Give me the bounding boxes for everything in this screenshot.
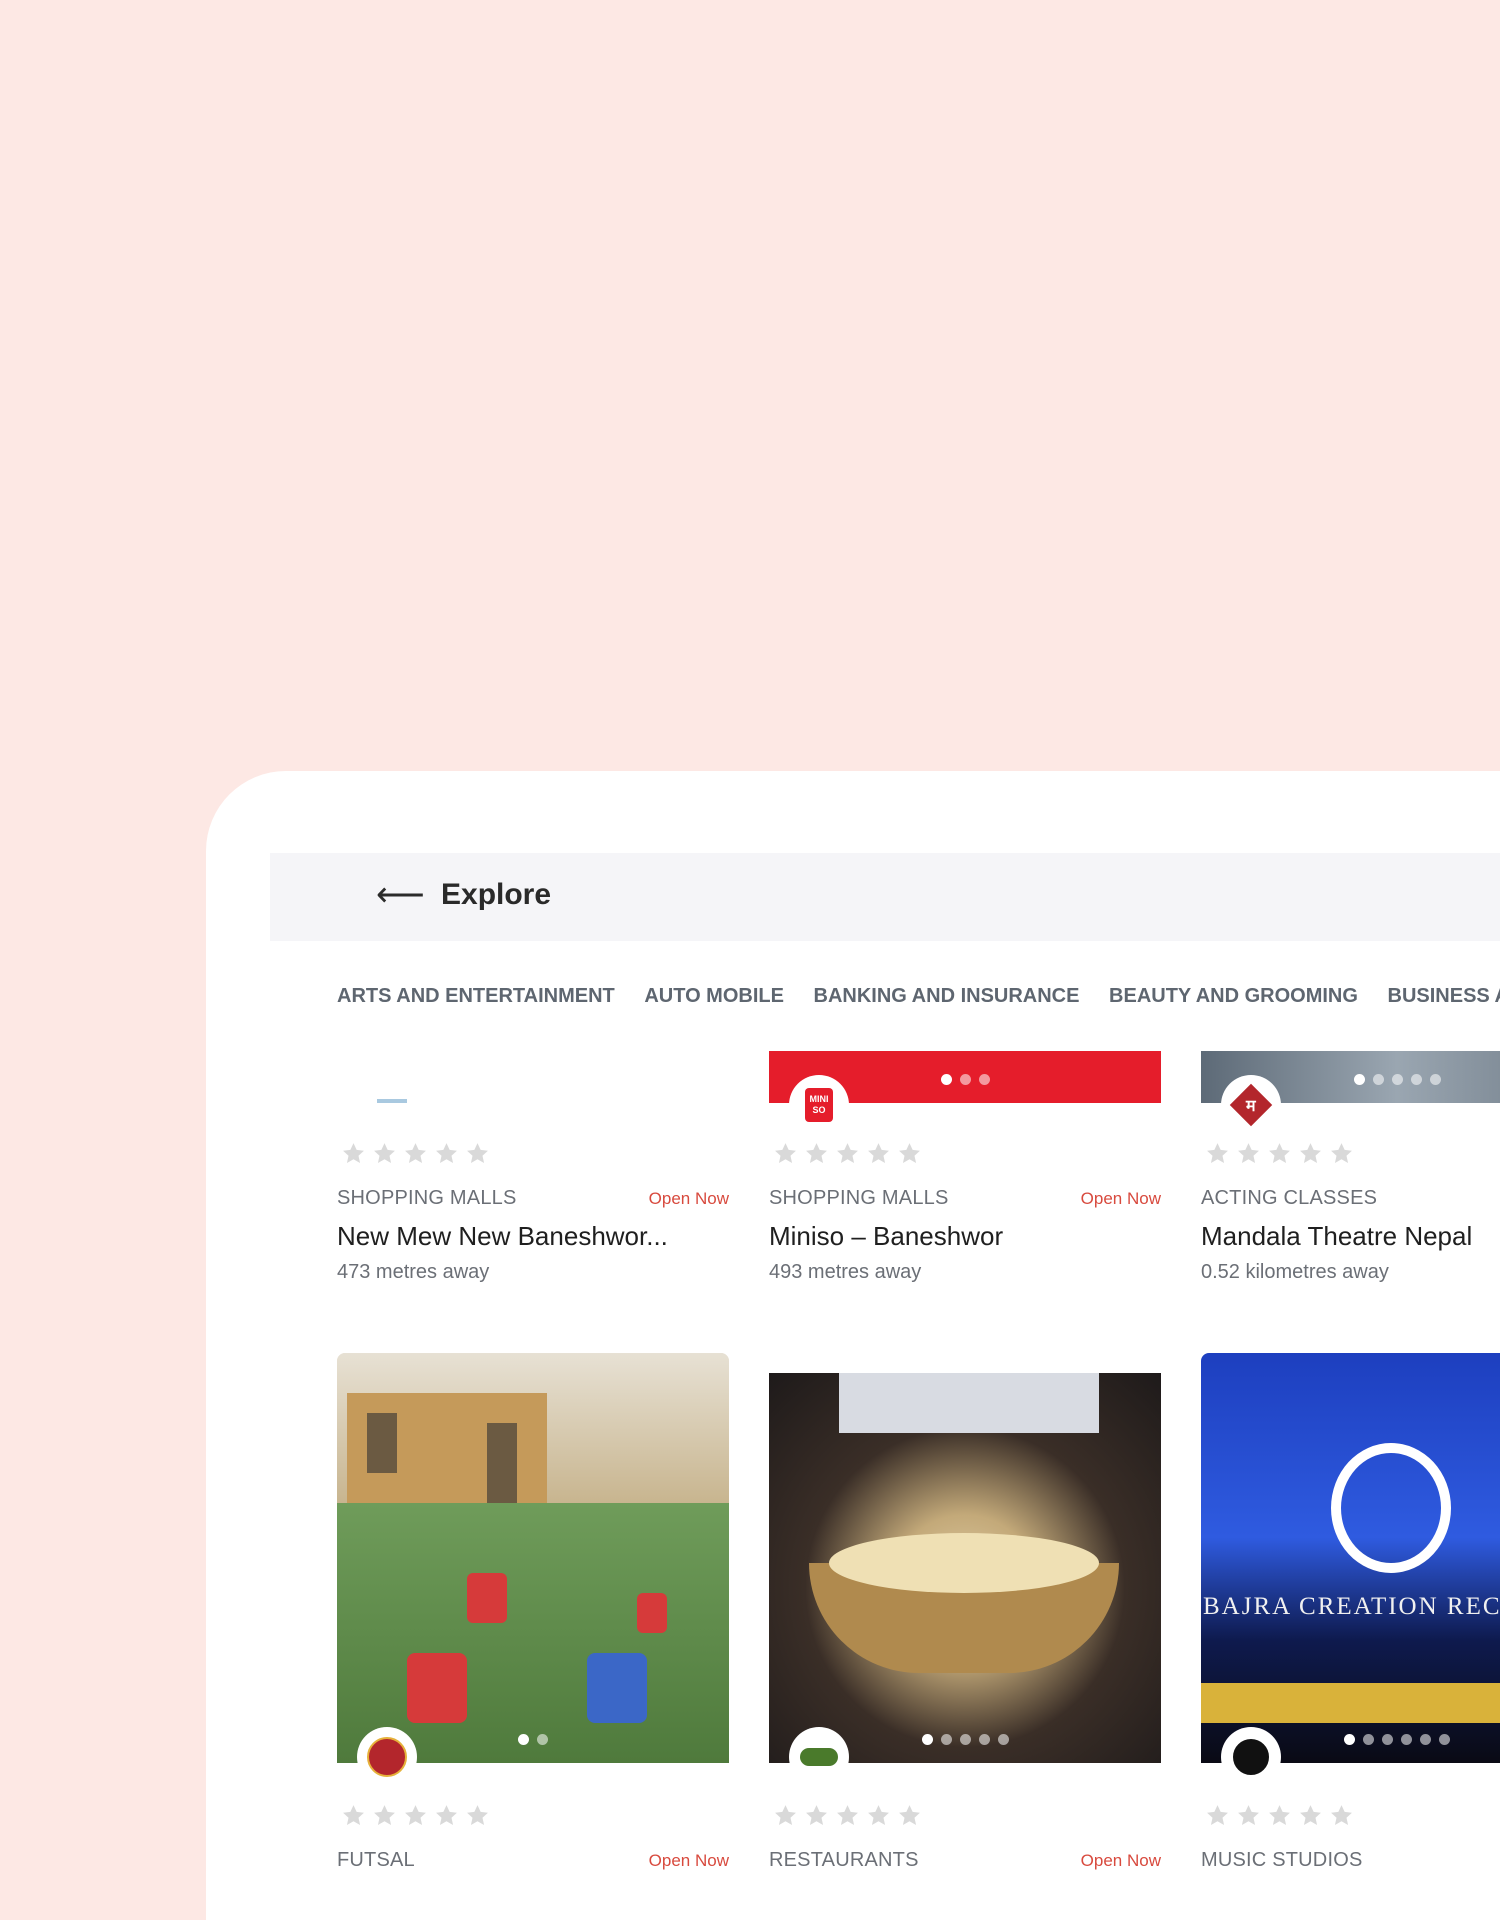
carousel-dot[interactable] [1372, 1074, 1384, 1085]
card-distance: 493 metres away [769, 1261, 922, 1283]
carousel-dot[interactable] [959, 1074, 971, 1085]
card-category: FUTSAL [337, 1849, 415, 1871]
tab-business-and-finance[interactable]: BUSINESS AND FI [1388, 985, 1500, 1008]
card-distance: 473 metres away [337, 1261, 490, 1283]
star-icon [374, 1805, 395, 1825]
star-icon [899, 1805, 920, 1825]
star-icon [837, 1805, 858, 1825]
star-rating [1205, 1141, 1354, 1166]
business-logo [1227, 1733, 1275, 1781]
carousel-dot[interactable] [1420, 1734, 1431, 1745]
business-logo [363, 1733, 411, 1781]
card-title: New Mew New Baneshwor... [337, 1221, 668, 1251]
star-icon [405, 1143, 426, 1163]
card-title: Mandala Theatre Nepal [1201, 1221, 1473, 1251]
tab-beauty-and-grooming[interactable]: BEAUTY AND GROOMING [1109, 985, 1358, 1008]
star-icon [806, 1805, 827, 1825]
card-category: SHOPPING MALLS [337, 1187, 517, 1209]
star-icon [1269, 1143, 1290, 1163]
star-rating [341, 1803, 490, 1828]
star-icon [1300, 1143, 1321, 1163]
card-image [337, 1051, 729, 1111]
studio-banner-text: BAJRA CREATION REC [1203, 1593, 1500, 1620]
card-category: SHOPPING MALLS [769, 1187, 949, 1209]
star-rating [1205, 1803, 1354, 1828]
star-rating [773, 1803, 922, 1828]
carousel-dot[interactable] [1363, 1734, 1374, 1745]
business-logo: MINI SO [795, 1081, 843, 1129]
star-icon [1300, 1805, 1321, 1825]
tab-auto-mobile[interactable]: AUTO MOBILE [644, 985, 784, 1008]
star-rating [341, 1141, 490, 1166]
card-distance: 0.52 kilometres away [1201, 1261, 1389, 1283]
star-icon [405, 1805, 426, 1825]
star-icon [899, 1143, 920, 1163]
place-card-music-studio[interactable]: BAJRA CREATION REC MUSIC STUDIOS [1201, 1353, 1500, 1871]
carousel-dot[interactable] [1353, 1074, 1365, 1085]
star-icon [467, 1143, 488, 1163]
card-category: MUSIC STUDIOS [1201, 1849, 1363, 1871]
star-icon [1238, 1143, 1259, 1163]
star-icon [775, 1143, 796, 1163]
open-status: Open Now [648, 1851, 729, 1870]
star-icon [1207, 1805, 1228, 1825]
open-status: Open Now [1080, 1189, 1161, 1208]
carousel-dot[interactable] [978, 1734, 990, 1745]
star-icon [868, 1805, 889, 1825]
card-title: Miniso – Baneshwor [769, 1221, 1004, 1251]
star-icon [343, 1805, 364, 1825]
carousel-dot[interactable] [1401, 1734, 1412, 1745]
star-icon [436, 1805, 457, 1825]
page-title: Explore [441, 878, 552, 911]
star-icon [1331, 1805, 1352, 1825]
carousel-dot[interactable] [518, 1734, 529, 1745]
place-card-miniso[interactable]: MINI SO SHOPPING MALLS Open Now Miniso – … [769, 1051, 1161, 1301]
carousel-dot[interactable] [978, 1074, 990, 1085]
star-icon [775, 1805, 796, 1825]
place-card-restaurant[interactable]: RESTAURANTS Open Now [769, 1373, 1161, 1871]
star-icon [1331, 1143, 1352, 1163]
arrow-left-icon[interactable]: ⟵ [376, 873, 425, 917]
card-image: BAJRA CREATION REC [1201, 1353, 1500, 1763]
explore-panel: ⟵ Explore ARTS AND ENTERTAINMENT AUTO MO… [206, 771, 1500, 1920]
carousel-dot[interactable] [959, 1734, 971, 1745]
tab-banking-and-insurance[interactable]: BANKING AND INSURANCE [814, 985, 1080, 1008]
carousel-dot[interactable] [1382, 1734, 1393, 1745]
category-tabs: ARTS AND ENTERTAINMENT AUTO MOBILE BANKI… [337, 985, 1500, 1008]
star-icon [837, 1143, 858, 1163]
carousel-dot[interactable] [537, 1734, 548, 1745]
card-image [337, 1353, 729, 1763]
place-card-futsal[interactable]: FUTSAL Open Now [337, 1353, 729, 1871]
card-category: ACTING CLASSES [1201, 1187, 1378, 1209]
carousel-dot[interactable] [1439, 1734, 1450, 1745]
open-status: Open Now [648, 1189, 729, 1208]
business-logo [795, 1733, 843, 1781]
carousel-dot[interactable] [997, 1734, 1009, 1745]
star-rating [773, 1141, 922, 1166]
carousel-dot[interactable] [940, 1074, 952, 1085]
star-icon [868, 1143, 889, 1163]
place-card-mandala[interactable]: म ACTING CLASSES Mandala Theatre Nepal 0… [1201, 1051, 1500, 1301]
star-icon [374, 1143, 395, 1163]
card-image [769, 1373, 1161, 1763]
star-icon [467, 1805, 488, 1825]
star-icon [1269, 1805, 1290, 1825]
carousel-dot[interactable] [921, 1734, 933, 1745]
star-icon [343, 1143, 364, 1163]
business-logo: म [1227, 1081, 1275, 1129]
place-card-new-mew[interactable]: SHOPPING MALLS Open Now New Mew New Bane… [337, 1051, 729, 1301]
carousel-dot[interactable] [1344, 1734, 1355, 1745]
card-category: RESTAURANTS [769, 1849, 919, 1871]
open-status: Open Now [1080, 1851, 1161, 1870]
carousel-dot[interactable] [1410, 1074, 1422, 1085]
carousel-dot[interactable] [1391, 1074, 1403, 1085]
tab-arts-and-entertainment[interactable]: ARTS AND ENTERTAINMENT [337, 985, 615, 1008]
star-icon [436, 1143, 457, 1163]
carousel-dot[interactable] [940, 1734, 952, 1745]
star-icon [1207, 1143, 1228, 1163]
explore-header: ⟵ Explore [270, 853, 1500, 941]
star-icon [806, 1143, 827, 1163]
star-icon [1238, 1805, 1259, 1825]
carousel-dot[interactable] [1429, 1074, 1441, 1085]
